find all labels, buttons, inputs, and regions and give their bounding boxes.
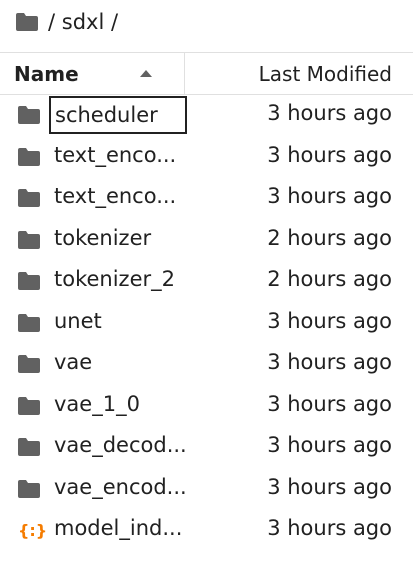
- file-name: vae_decod...: [54, 433, 187, 457]
- folder-icon: [18, 396, 40, 415]
- list-item[interactable]: vae_1_0 3 hours ago: [0, 386, 413, 428]
- file-name: unet: [54, 308, 102, 333]
- list-item[interactable]: {:} model_ind... 3 hours ago: [0, 510, 413, 552]
- file-modified: 3 hours ago: [267, 101, 392, 125]
- list-item[interactable]: vae_decod... 3 hours ago: [0, 427, 413, 469]
- file-name-input[interactable]: scheduler: [49, 96, 187, 134]
- breadcrumb: / sdxl /: [0, 0, 413, 44]
- file-modified: 3 hours ago: [267, 142, 392, 167]
- file-modified: 3 hours ago: [267, 474, 392, 499]
- list-item[interactable]: vae_encod... 3 hours ago: [0, 469, 413, 511]
- file-modified: 3 hours ago: [267, 433, 392, 457]
- list-item[interactable]: tokenizer_2 2 hours ago: [0, 261, 413, 303]
- folder-icon: [18, 189, 40, 207]
- file-modified: 3 hours ago: [267, 184, 392, 208]
- list-item[interactable]: vae 3 hours ago: [0, 344, 413, 386]
- file-name: vae_1_0: [54, 391, 140, 416]
- file-name: text_enco...: [54, 142, 177, 167]
- folder-icon: [18, 147, 40, 166]
- name-column-label: Name: [14, 61, 79, 86]
- file-modified: 3 hours ago: [267, 350, 392, 374]
- breadcrumb-path[interactable]: / sdxl /: [48, 10, 118, 34]
- last-modified-column-header[interactable]: Last Modified: [185, 62, 413, 86]
- file-modified: 2 hours ago: [267, 267, 392, 291]
- folder-icon: [18, 313, 40, 332]
- file-name: tokenizer: [54, 225, 152, 250]
- folder-icon: [18, 355, 40, 373]
- json-icon: {:}: [18, 521, 48, 540]
- file-list-header: Name Last Modified: [0, 52, 413, 95]
- folder-icon: [18, 272, 40, 290]
- file-name: text_enco...: [54, 184, 177, 208]
- folder-icon: [18, 438, 40, 456]
- list-item[interactable]: text_enco... 3 hours ago: [0, 137, 413, 179]
- folder-icon: [18, 230, 40, 249]
- name-column-header[interactable]: Name: [0, 53, 185, 94]
- folder-icon[interactable]: [16, 13, 38, 31]
- list-item[interactable]: scheduler 3 hours ago: [0, 95, 413, 137]
- file-name: vae: [54, 350, 93, 374]
- file-name: tokenizer_2: [54, 267, 175, 291]
- last-modified-label: Last Modified: [258, 61, 392, 86]
- list-item[interactable]: text_enco... 3 hours ago: [0, 178, 413, 220]
- sort-ascending-icon: [140, 70, 152, 77]
- list-item[interactable]: tokenizer 2 hours ago: [0, 220, 413, 262]
- file-modified: 3 hours ago: [267, 308, 392, 333]
- folder-icon: [18, 479, 40, 498]
- folder-icon: [18, 106, 40, 124]
- file-modified: 3 hours ago: [267, 391, 392, 416]
- file-list: scheduler 3 hours ago text_enco... 3 hou…: [0, 95, 413, 552]
- file-name: model_ind...: [54, 516, 183, 540]
- file-modified: 3 hours ago: [267, 516, 392, 540]
- file-name: vae_encod...: [54, 474, 187, 499]
- file-modified: 2 hours ago: [267, 225, 392, 250]
- list-item[interactable]: unet 3 hours ago: [0, 303, 413, 345]
